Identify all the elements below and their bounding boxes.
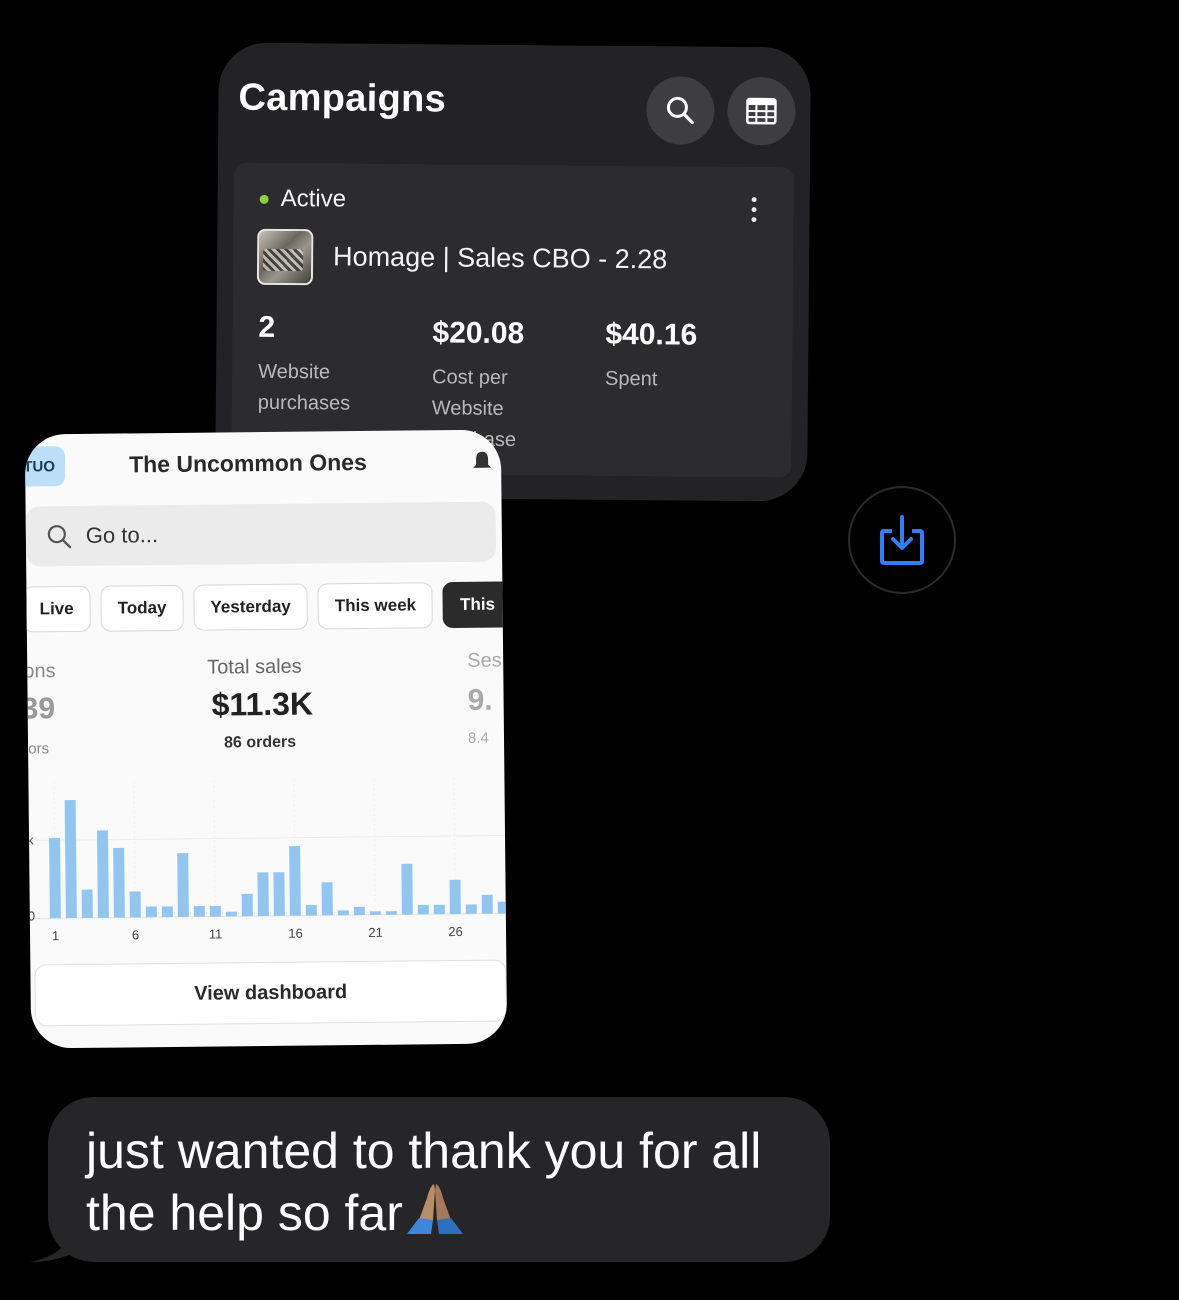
message-bubble[interactable]: just wanted to thank you for all the hel…: [48, 1097, 830, 1262]
metric-value: 2: [258, 310, 276, 344]
share-download-icon: [880, 515, 924, 565]
chart-bar[interactable]: [129, 891, 141, 918]
x-tick-label: 26: [448, 924, 463, 939]
chart-bar[interactable]: [401, 863, 413, 915]
store-badge[interactable]: TUO: [24, 446, 66, 487]
x-tick-label: 11: [209, 926, 223, 941]
metric-value: $20.08: [432, 316, 525, 351]
stat-left-sub: tors: [24, 740, 50, 758]
status-dot-icon: [259, 194, 269, 204]
chart-bar[interactable]: [305, 904, 317, 916]
bell-icon[interactable]: [471, 450, 493, 472]
chart-bar[interactable]: [385, 911, 397, 915]
tab-today[interactable]: Today: [100, 584, 184, 632]
chart-bar[interactable]: [145, 906, 157, 918]
search-placeholder: Go to...: [85, 522, 159, 548]
stat-right-label: Ses: [467, 649, 502, 672]
chart-bar[interactable]: [417, 904, 429, 915]
stat-right-sub: 8.4: [467, 729, 489, 747]
stat-left-label: ons: [24, 660, 56, 683]
total-sales-value[interactable]: $11.3K: [211, 686, 313, 724]
metric-spent: $40.16 Spent: [605, 318, 746, 396]
stat-left-value: 39: [24, 692, 56, 726]
search-icon: [666, 96, 694, 125]
chart-bar[interactable]: [433, 904, 445, 915]
chart-vgrid: [373, 778, 376, 915]
chart-vgrid: [213, 780, 216, 917]
campaign-name[interactable]: Homage | Sales CBO - 2.28: [333, 241, 667, 275]
x-tick-label: 16: [288, 926, 303, 941]
date-range-tabs: Live Today Yesterday This week This: [24, 581, 508, 633]
chart-bar[interactable]: [64, 799, 77, 919]
status-row: Active: [259, 184, 347, 214]
chart-bar[interactable]: [161, 906, 173, 918]
total-sales-label: Total sales: [207, 655, 302, 679]
campaign-item[interactable]: Active Homage | Sales CBO - 2.28 2 Websi…: [231, 162, 794, 478]
metric-purchases: 2 Website purchases: [258, 311, 399, 420]
chart-bar[interactable]: [81, 889, 93, 918]
chart-bar[interactable]: [113, 847, 125, 918]
chart-bar[interactable]: [209, 905, 221, 917]
page-title: Campaigns: [238, 76, 447, 121]
metric-label: Website purchases: [257, 360, 351, 415]
store-title: The Uncommon Ones: [128, 448, 367, 478]
view-dashboard-button[interactable]: View dashboard: [34, 959, 507, 1027]
chart-bar[interactable]: [193, 906, 205, 917]
store-analytics-card[interactable]: TUO The Uncommon Ones Go to... Live Toda…: [24, 429, 508, 1049]
chart-bar[interactable]: [257, 872, 269, 917]
tab-yesterday[interactable]: Yesterday: [193, 583, 309, 631]
chart-bar[interactable]: [289, 846, 301, 916]
share-button[interactable]: [848, 486, 956, 594]
chart-bar[interactable]: [96, 830, 109, 918]
y-tick-label: k: [28, 832, 34, 847]
metric-label: Spent: [604, 367, 658, 391]
search-input[interactable]: Go to...: [25, 501, 497, 567]
chart-bar[interactable]: [177, 853, 189, 917]
chart-bar[interactable]: [449, 879, 461, 915]
table-view-button[interactable]: [727, 76, 796, 146]
chart-bar[interactable]: [369, 911, 381, 915]
chart-bar[interactable]: [49, 837, 61, 919]
status-label: Active: [280, 184, 347, 213]
search-button[interactable]: [646, 76, 715, 145]
tab-this-week[interactable]: This week: [317, 582, 434, 630]
x-tick-label: 6: [132, 927, 139, 942]
campaign-thumbnail: [256, 228, 314, 286]
table-icon: [746, 97, 777, 125]
metric-value: $40.16: [605, 317, 698, 352]
tab-this-month[interactable]: This: [442, 581, 508, 629]
chart-bar[interactable]: [497, 901, 507, 914]
chart-bar[interactable]: [241, 893, 253, 917]
chart-bar[interactable]: [465, 904, 477, 914]
total-sales-orders: 86 orders: [223, 733, 297, 752]
x-tick-label: 1: [52, 928, 59, 943]
search-icon: [47, 525, 72, 549]
chart-bar[interactable]: [481, 894, 493, 914]
y-tick-label: 0: [28, 908, 35, 923]
chart-bar[interactable]: [273, 872, 285, 916]
stat-right-value: 9.: [467, 683, 493, 717]
x-tick-label: 21: [368, 925, 383, 940]
chart-bar[interactable]: [337, 910, 349, 916]
tab-live[interactable]: Live: [24, 585, 91, 633]
folded-hands-icon: [406, 1184, 463, 1234]
chart-bar[interactable]: [321, 882, 333, 916]
sales-bar-chart: 1 6 11 16 21 26k0: [28, 778, 507, 943]
chart-bar[interactable]: [353, 906, 365, 916]
chart-bar[interactable]: [225, 911, 237, 917]
more-vertical-icon[interactable]: [751, 197, 757, 223]
